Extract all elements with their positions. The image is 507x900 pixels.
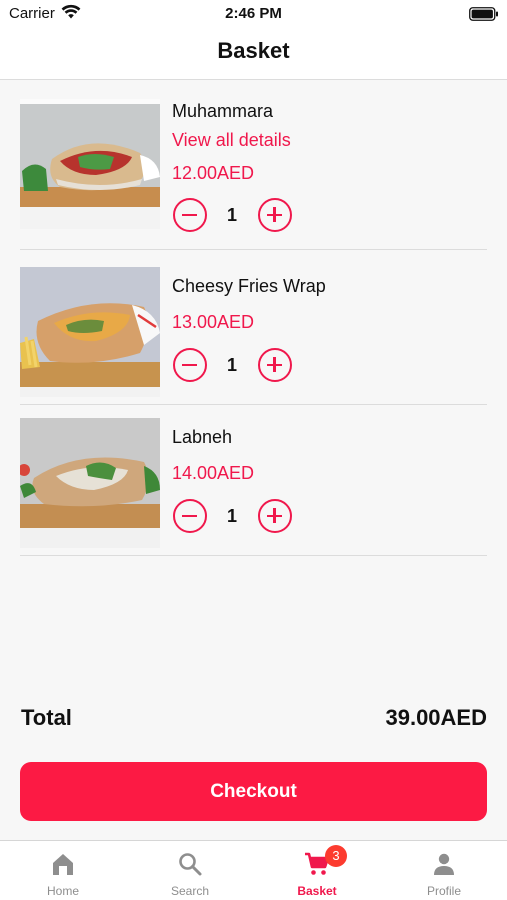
product-price: 13.00AED — [172, 312, 255, 332]
checkout-button[interactable]: Checkout — [20, 762, 487, 821]
increase-quantity-button[interactable] — [258, 198, 292, 232]
tab-label: Profile — [426, 884, 461, 898]
quantity-value: 1 — [226, 355, 237, 375]
basket-item: Muhammara View all details 12.00AED 1 — [20, 99, 487, 250]
tab-basket[interactable]: 3 Basket — [254, 841, 380, 900]
total-label: Total — [21, 705, 72, 730]
minus-icon — [182, 363, 197, 367]
view-details-link[interactable]: View all details — [172, 130, 291, 151]
increase-quantity-button[interactable] — [258, 499, 292, 533]
product-image — [20, 267, 160, 397]
search-icon — [177, 851, 203, 882]
product-price: 14.00AED — [172, 463, 255, 483]
product-name: Labneh — [172, 427, 233, 447]
tab-label: Search — [170, 884, 210, 898]
basket-item: Cheesy Fries Wrap 13.00AED 1 — [20, 254, 487, 405]
product-image — [20, 99, 160, 229]
tab-home[interactable]: Home — [0, 841, 126, 900]
status-time: 2:46 PM — [225, 5, 282, 22]
nav-header: Basket — [0, 28, 507, 80]
product-image — [20, 418, 160, 548]
person-icon — [431, 851, 457, 882]
cart-count-badge: 3 — [325, 845, 347, 867]
decrease-quantity-button[interactable] — [173, 348, 207, 382]
tab-label: Basket — [297, 884, 337, 898]
tab-profile[interactable]: Profile — [381, 841, 507, 900]
page-title: Basket — [217, 38, 290, 63]
decrease-quantity-button[interactable] — [173, 499, 207, 533]
tab-bar: Home Search 3 Basket Profile — [0, 840, 507, 900]
minus-icon — [182, 514, 197, 518]
checkout-label: Checkout — [210, 781, 297, 802]
product-price: 12.00AED — [172, 163, 255, 183]
status-bar: Carrier 2:46 PM — [0, 0, 507, 28]
quantity-value: 1 — [226, 205, 237, 225]
product-name: Muhammara — [172, 101, 274, 121]
product-name: Cheesy Fries Wrap — [172, 276, 326, 296]
home-icon — [50, 851, 76, 882]
battery-icon — [469, 7, 499, 26]
basket-item: Labneh 14.00AED 1 — [20, 405, 487, 556]
total-value: 39.00AED — [385, 705, 487, 730]
tab-label: Home — [46, 884, 79, 898]
total-row: Total 39.00AED — [20, 705, 487, 735]
quantity-value: 1 — [226, 506, 237, 526]
tab-search[interactable]: Search — [127, 841, 253, 900]
decrease-quantity-button[interactable] — [173, 198, 207, 232]
minus-icon — [182, 213, 197, 217]
increase-quantity-button[interactable] — [258, 348, 292, 382]
